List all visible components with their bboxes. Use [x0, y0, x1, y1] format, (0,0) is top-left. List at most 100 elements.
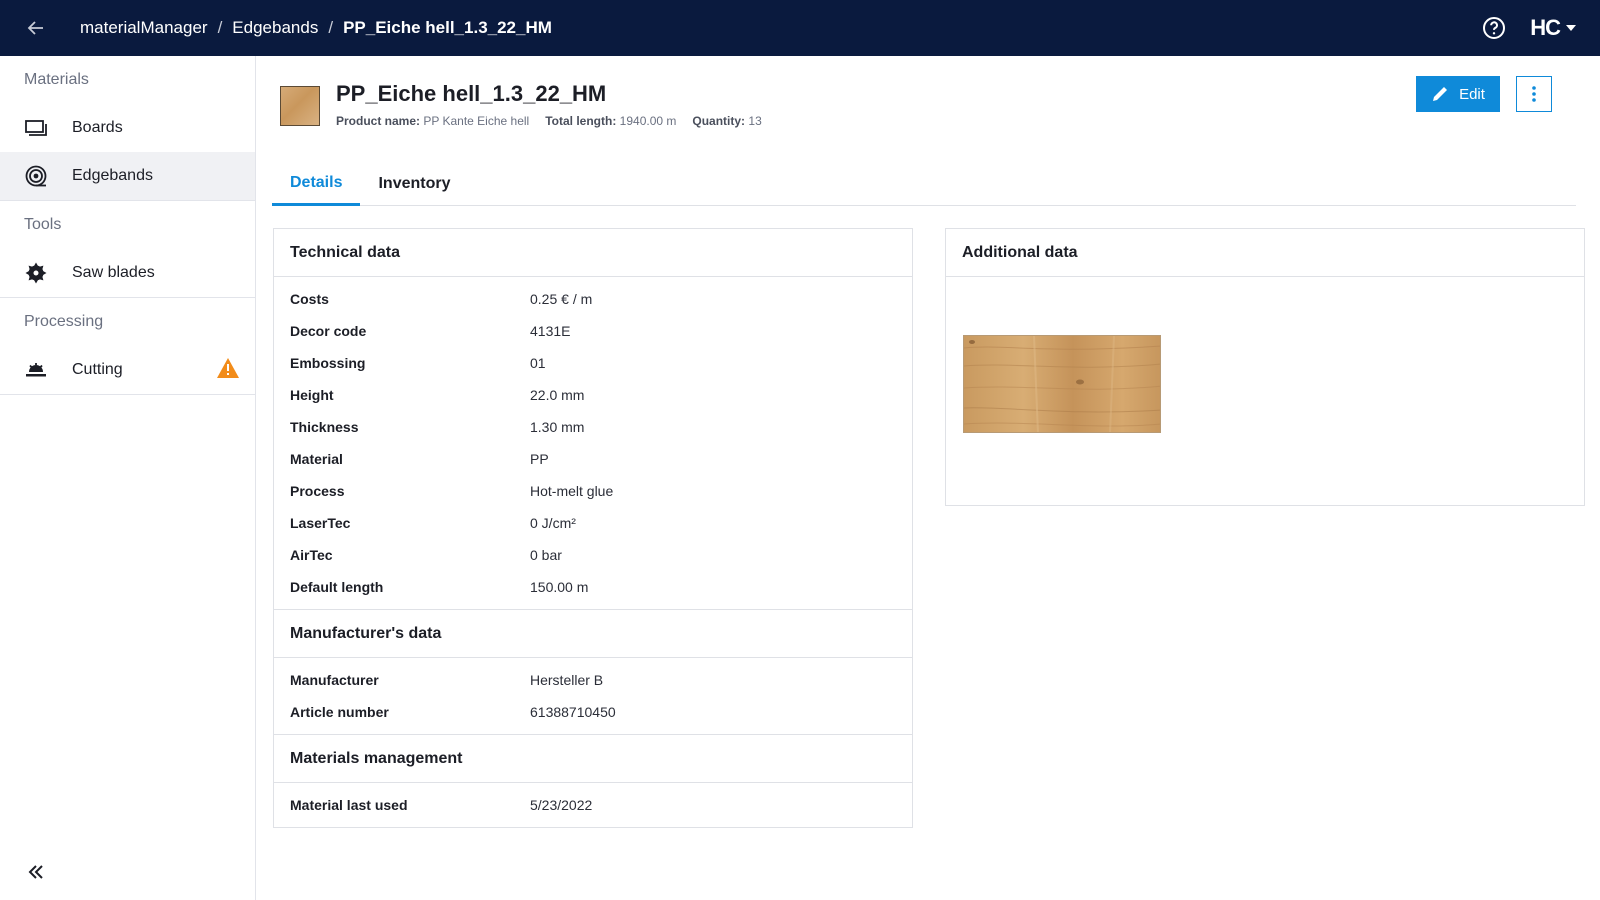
item-header: PP_Eiche hell_1.3_22_HM Product name: PP…	[280, 80, 762, 128]
row-value: 5/23/2022	[530, 797, 593, 813]
main-content: PP_Eiche hell_1.3_22_HM Product name: PP…	[256, 56, 1600, 900]
data-row: AirTec 0 bar	[274, 539, 912, 571]
data-row: Height 22.0 mm	[274, 379, 912, 411]
row-label: Height	[290, 387, 334, 403]
additional-data-title: Additional data	[946, 229, 1584, 277]
breadcrumb-app[interactable]: materialManager	[80, 18, 208, 38]
back-button[interactable]	[16, 8, 56, 48]
data-row: Default length 150.00 m	[274, 571, 912, 603]
meta-value: 1940.00 m	[619, 114, 677, 128]
tab-inventory[interactable]: Inventory	[360, 162, 468, 206]
materials-management-title: Materials management	[274, 735, 912, 783]
row-value: 0.25 € / m	[530, 291, 593, 307]
breadcrumb: materialManager / Edgebands / PP_Eiche h…	[80, 18, 552, 38]
row-value: 0 J/cm²	[530, 515, 576, 531]
row-label: Default length	[290, 579, 384, 595]
meta-quantity: Quantity: 13	[692, 114, 761, 128]
data-row: LaserTec 0 J/cm²	[274, 507, 912, 539]
account-menu[interactable]: HC	[1530, 15, 1576, 41]
sidebar-item-edgebands[interactable]: Edgebands	[0, 152, 255, 200]
row-label: Article number	[290, 704, 389, 720]
data-row: Decor code 4131E	[274, 315, 912, 347]
data-row: Article number 61388710450	[274, 696, 912, 728]
caret-down-icon	[1566, 25, 1576, 31]
row-value: 0 bar	[530, 547, 562, 563]
row-value: 4131E	[530, 323, 571, 339]
sidebar-item-label: Cutting	[72, 361, 123, 378]
row-value: Hot-melt glue	[530, 483, 614, 499]
top-bar: materialManager / Edgebands / PP_Eiche h…	[0, 0, 1600, 56]
sidebar-item-boards[interactable]: Boards	[0, 104, 255, 152]
tab-details[interactable]: Details	[272, 162, 361, 206]
row-label: LaserTec	[290, 515, 351, 531]
help-icon	[1483, 17, 1506, 39]
meta-label: Product name:	[336, 114, 421, 128]
cutting-saw-icon	[24, 358, 48, 382]
tab-bar: Details Inventory	[272, 162, 1576, 206]
breadcrumb-edgebands[interactable]: Edgebands	[232, 18, 318, 38]
data-row: Embossing 01	[274, 347, 912, 379]
data-row: Material PP	[274, 443, 912, 475]
help-button[interactable]	[1480, 14, 1508, 42]
sidebar: Materials Boards Edgebands Tools Saw bla…	[0, 56, 256, 900]
materials-management-list: Material last used 5/23/2022	[274, 783, 912, 827]
meta-value: 13	[748, 114, 762, 128]
row-label: Thickness	[290, 419, 359, 435]
data-row: Thickness 1.30 mm	[274, 411, 912, 443]
breadcrumb-separator: /	[217, 18, 223, 37]
technical-data-list: Costs 0.25 € / m Decor code 4131E Embossin…	[274, 277, 912, 610]
board-icon	[24, 116, 48, 140]
manufacturer-data-list: Manufacturer Hersteller B Article number 6…	[274, 658, 912, 735]
row-label: Material last used	[290, 797, 408, 813]
row-label: Process	[290, 483, 345, 499]
meta-value: PP Kante Eiche hell	[423, 114, 530, 128]
breadcrumb-separator: /	[328, 18, 334, 37]
details-card: Technical data Costs 0.25 € / m Decor cod…	[273, 228, 913, 828]
meta-label: Quantity:	[692, 114, 746, 128]
row-value: 01	[530, 355, 546, 371]
divider	[0, 394, 255, 395]
sidebar-item-label: Boards	[72, 119, 123, 136]
meta-total-length: Total length: 1940.00 m	[545, 114, 676, 128]
sidebar-item-label: Edgebands	[72, 167, 153, 184]
data-row: Costs 0.25 € / m	[274, 283, 912, 315]
sidebar-item-saw-blades[interactable]: Saw blades	[0, 249, 255, 297]
row-label: Embossing	[290, 355, 366, 371]
edit-button[interactable]: Edit	[1416, 76, 1500, 112]
row-value: 22.0 mm	[530, 387, 585, 403]
edit-button-label: Edit	[1459, 85, 1485, 103]
double-chevron-left-icon	[28, 865, 43, 879]
row-value: PP	[530, 451, 549, 467]
meta-product-name: Product name: PP Kante Eiche hell	[336, 114, 529, 128]
data-row: Process Hot-melt glue	[274, 475, 912, 507]
manufacturer-data-title: Manufacturer's data	[274, 610, 912, 658]
collapse-sidebar-button[interactable]	[24, 860, 48, 884]
breadcrumb-current: PP_Eiche hell_1.3_22_HM	[343, 18, 552, 37]
edgeband-roll-icon	[24, 164, 48, 188]
more-options-button[interactable]	[1516, 76, 1552, 112]
sidebar-item-cutting[interactable]: Cutting	[0, 346, 255, 394]
additional-data-card: Additional data	[945, 228, 1585, 506]
section-title-processing: Processing	[24, 313, 104, 330]
edgeband-thumbnail	[280, 86, 320, 126]
brand-logo: HC	[1530, 15, 1561, 40]
row-value: 150.00 m	[530, 579, 589, 595]
row-value: 1.30 mm	[530, 419, 585, 435]
arrow-left-icon	[27, 21, 43, 35]
page-title: PP_Eiche hell_1.3_22_HM	[336, 81, 607, 106]
row-value: 61388710450	[530, 704, 616, 720]
row-label: Manufacturer	[290, 672, 379, 688]
meta-label: Total length:	[545, 114, 617, 128]
row-label: Material	[290, 451, 343, 467]
pencil-icon	[1433, 87, 1448, 101]
sidebar-item-label: Saw blades	[72, 264, 155, 281]
data-row: Material last used 5/23/2022	[274, 789, 912, 821]
row-value: Hersteller B	[530, 672, 604, 688]
section-title-materials: Materials	[24, 71, 89, 88]
item-meta: Product name: PP Kante Eiche hell Total …	[336, 114, 762, 128]
saw-blade-icon	[24, 261, 48, 285]
technical-data-title: Technical data	[274, 229, 912, 277]
more-vertical-icon	[1532, 86, 1536, 102]
warning-icon	[217, 358, 239, 383]
section-title-tools: Tools	[24, 216, 62, 233]
